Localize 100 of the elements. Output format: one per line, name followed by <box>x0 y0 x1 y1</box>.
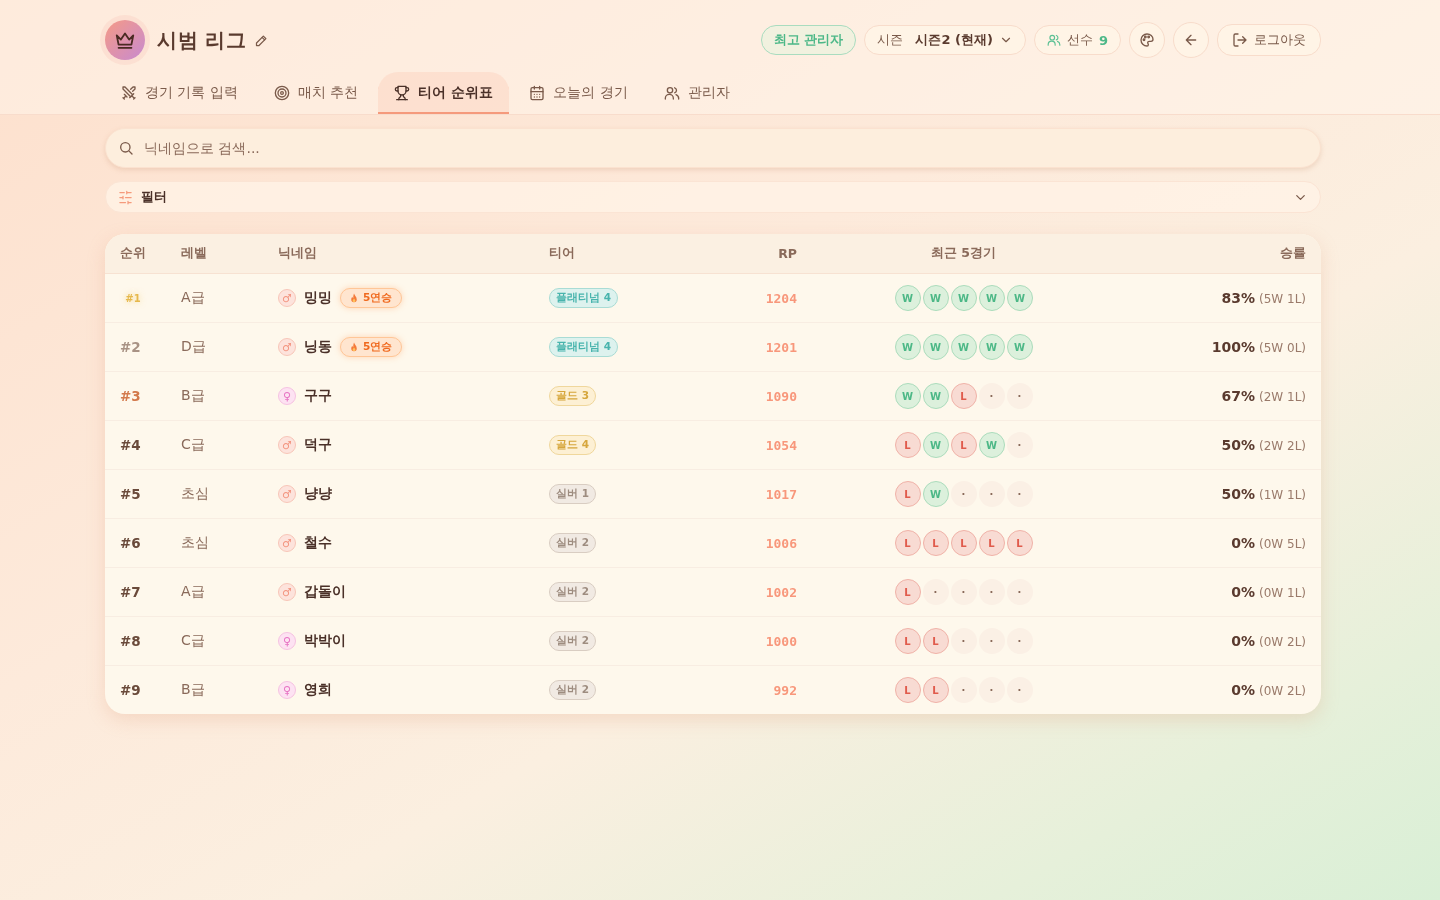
column-header: 승률 <box>1280 245 1306 262</box>
column-header: 티어 <box>549 245 575 262</box>
calendar-icon <box>529 85 546 101</box>
game-result: L <box>922 628 949 654</box>
win-loss-record: (0W 5L) <box>1259 537 1306 551</box>
rank-text: #1 <box>124 291 142 306</box>
level-text: B급 <box>181 387 205 405</box>
league-title: 시범 리그 <box>157 26 247 54</box>
gender-symbol: ♀ <box>278 681 296 699</box>
game-result: W <box>894 285 921 311</box>
game-result: W <box>978 285 1005 311</box>
nav-tab[interactable]: 매치 추천 <box>257 72 375 114</box>
column-header: 최근 5경기 <box>930 245 997 262</box>
tier-badge: 플래티넘 4 <box>549 337 618 357</box>
player-name: 박박이 <box>304 632 346 650</box>
game-result: L <box>894 579 921 605</box>
tier-badge: 실버 2 <box>549 631 596 651</box>
game-result: W <box>1006 285 1033 311</box>
level-text: 초심 <box>181 485 209 503</box>
level-text: C급 <box>181 632 205 650</box>
game-result: W <box>922 481 949 507</box>
tier-badge: 실버 2 <box>549 582 596 602</box>
game-result: · <box>1006 481 1033 507</box>
game-result: · <box>1006 579 1033 605</box>
logout-icon <box>1232 32 1248 48</box>
tier-badge: 골드 3 <box>549 386 596 406</box>
gender-symbol: ♂ <box>278 289 296 307</box>
rank-text: #8 <box>120 633 141 649</box>
win-rate: 67% <box>1221 388 1255 404</box>
game-result: L <box>950 432 977 458</box>
game-result: · <box>1006 628 1033 654</box>
nav-tab[interactable]: 티어 순위표 <box>378 72 510 114</box>
game-result: W <box>950 285 977 311</box>
palette-icon <box>1139 32 1155 48</box>
game-result: · <box>950 628 977 654</box>
game-result: W <box>894 334 921 360</box>
search-field[interactable]: 닉네임으로 검색... <box>105 128 1321 168</box>
win-loss-record: (0W 2L) <box>1259 684 1306 698</box>
player-name: 냥냥 <box>304 485 332 503</box>
level-text: A급 <box>181 289 205 307</box>
level-text: D급 <box>181 338 206 356</box>
game-result: W <box>922 334 949 360</box>
game-result: · <box>978 481 1005 507</box>
trophy-icon <box>394 85 411 101</box>
rank-text: #4 <box>120 437 141 453</box>
game-result: L <box>978 530 1005 556</box>
player-count-button[interactable]: 선수 9 <box>1033 25 1121 55</box>
column-header: 닉네임 <box>278 245 317 262</box>
gender-symbol: ♀ <box>278 632 296 650</box>
rp-value: 1201 <box>765 339 797 355</box>
rp-value: 1002 <box>765 584 797 600</box>
game-result: · <box>978 579 1005 605</box>
nav-tab[interactable]: 경기 기록 입력 <box>105 72 254 114</box>
game-result: L <box>922 677 949 703</box>
flame-icon <box>349 292 359 304</box>
game-result: L <box>894 530 921 556</box>
streak-text: 5연승 <box>363 291 393 305</box>
tier-badge: 실버 1 <box>549 484 596 504</box>
logout-button[interactable]: 로그아웃 <box>1217 24 1321 56</box>
gender-symbol: ♂ <box>278 534 296 552</box>
game-result: · <box>1006 677 1033 703</box>
crown-icon <box>105 20 145 60</box>
game-result: · <box>950 579 977 605</box>
game-result: · <box>978 383 1005 409</box>
tier-badge: 실버 2 <box>549 680 596 700</box>
rp-value: 992 <box>773 682 797 698</box>
game-result: W <box>1006 334 1033 360</box>
filter-toggle[interactable]: 필터 <box>105 181 1321 213</box>
back-button[interactable] <box>1173 22 1209 58</box>
rp-value: 1000 <box>765 633 797 649</box>
game-result: W <box>950 334 977 360</box>
win-loss-record: (2W 1L) <box>1259 390 1306 404</box>
rank-text: #9 <box>120 682 141 698</box>
level-text: B급 <box>181 681 205 699</box>
win-loss-record: (5W 1L) <box>1259 292 1306 306</box>
win-rate: 50% <box>1221 486 1255 502</box>
crossed-swords-icon <box>121 85 137 101</box>
season-dropdown[interactable]: 시즌 시즌2 (현재) <box>864 25 1026 55</box>
level-text: 초심 <box>181 534 209 552</box>
game-result: L <box>1006 530 1033 556</box>
player-name: 닝동 <box>304 338 332 356</box>
column-header: RP <box>778 246 797 261</box>
column-header: 순위 <box>120 245 146 262</box>
win-loss-record: (2W 2L) <box>1259 439 1306 453</box>
player-name: 철수 <box>304 534 332 552</box>
theme-button[interactable] <box>1129 22 1165 58</box>
level-text: A급 <box>181 583 205 601</box>
nav-tab[interactable]: 오늘의 경기 <box>513 72 644 114</box>
game-result: L <box>922 530 949 556</box>
game-result: · <box>1006 383 1033 409</box>
rank-text: #7 <box>120 584 141 600</box>
player-name: 구구 <box>304 387 332 405</box>
nav-tab[interactable]: 관리자 <box>647 72 746 114</box>
rp-value: 1017 <box>765 486 797 502</box>
win-rate: 50% <box>1221 437 1255 453</box>
win-rate: 0% <box>1231 682 1255 698</box>
game-result: W <box>978 432 1005 458</box>
rp-value: 1090 <box>765 388 797 404</box>
flame-icon <box>349 341 359 353</box>
win-rate: 100% <box>1211 339 1255 355</box>
